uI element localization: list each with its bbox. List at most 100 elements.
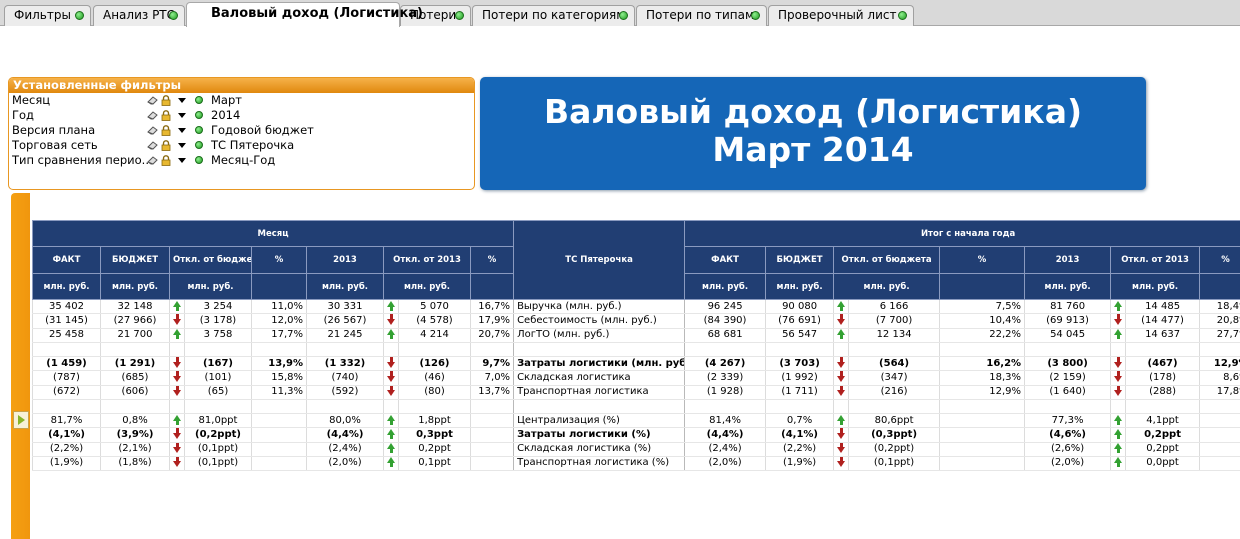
table-cell: (0,2ppt) xyxy=(184,427,252,443)
status-dot-icon xyxy=(195,126,203,134)
month-2013-header: 2013 xyxy=(306,246,384,274)
table-cell: (1 640) xyxy=(1024,385,1111,400)
current-filters-panel: Установленные фильтры Месяц Март Год 2014 Ве… xyxy=(8,77,475,190)
table-cell: (0,1ppt) xyxy=(184,456,252,472)
chevron-down-icon[interactable] xyxy=(178,158,186,163)
tab-checklist[interactable]: Проверочный лист xyxy=(768,5,914,26)
table-cell: (2 159) xyxy=(1024,370,1111,386)
month-unit-header xyxy=(469,273,515,300)
table-cell: 3 758 xyxy=(184,328,252,343)
status-dot-icon xyxy=(195,141,203,149)
table-cell: 11,0% xyxy=(251,299,307,315)
table-cell: (4,4%) xyxy=(306,427,384,443)
table-cell: (2,0%) xyxy=(306,456,384,472)
arrow-up-icon xyxy=(383,427,399,443)
lock-icon[interactable] xyxy=(161,155,171,166)
arrow-down-icon xyxy=(383,356,399,372)
table-cell: (216) xyxy=(848,385,940,400)
table-cell xyxy=(469,413,514,429)
filter-row[interactable]: Тип сравнения перио... Месяц-Год xyxy=(9,153,474,168)
month-budget-header: БЮДЖЕТ xyxy=(100,246,170,274)
table-cell: (1 992) xyxy=(765,370,834,386)
tab-filters[interactable]: Фильтры xyxy=(4,5,91,26)
table-cell: (1,9%) xyxy=(32,456,101,472)
table-cell: 7,0% xyxy=(469,370,514,386)
table-row: 25 458 21 700 3 758 17,7% 21 245 4 214 20,7% Ло… xyxy=(32,328,1240,343)
arrow-up-icon xyxy=(169,413,185,429)
arrow-down-icon xyxy=(833,370,849,386)
report-title: Валовый доход (Логистика) xyxy=(543,92,1083,131)
expand-panel-button[interactable] xyxy=(13,411,29,429)
table-cell: (2,1%) xyxy=(100,442,170,457)
arrow-down-icon xyxy=(833,442,849,457)
table-cell: 17,7% xyxy=(251,328,307,343)
table-cell: 17,8% xyxy=(1199,385,1240,400)
eraser-icon[interactable] xyxy=(147,95,159,105)
lock-icon[interactable] xyxy=(161,110,171,121)
tab-losses-by-category[interactable]: Потери по категориям xyxy=(472,5,635,26)
eraser-icon[interactable] xyxy=(147,155,159,165)
chevron-down-icon[interactable] xyxy=(178,128,186,133)
chevron-down-icon[interactable] xyxy=(178,113,186,118)
report-period: Март 2014 xyxy=(712,130,914,169)
arrow-up-icon xyxy=(383,442,399,457)
table-cell: (4,1%) xyxy=(32,427,101,443)
table-cell: (3 703) xyxy=(765,356,834,372)
filter-row[interactable]: Год 2014 xyxy=(9,108,474,123)
ytd-pct-2013-header: % xyxy=(1199,246,1240,274)
table-cell: (1 459) xyxy=(32,356,101,372)
table-cell: (2 339) xyxy=(684,370,766,386)
table-cell: (46) xyxy=(398,370,471,386)
tab-label: Потери по типам xyxy=(646,8,755,22)
lock-icon[interactable] xyxy=(161,95,171,106)
table-cell: 96 245 xyxy=(684,299,766,315)
table-cell: 18,4% xyxy=(1199,299,1240,315)
table-cell xyxy=(1199,413,1240,429)
lock-icon[interactable] xyxy=(161,140,171,151)
status-dot-icon xyxy=(751,11,760,20)
status-dot-icon xyxy=(455,11,464,20)
table-cell: 90 080 xyxy=(765,299,834,315)
filter-row[interactable]: Месяц Март xyxy=(9,93,474,108)
filter-value: ТС Пятерочка xyxy=(211,138,295,152)
table-cell: 6 166 xyxy=(848,299,940,315)
arrow-down-icon xyxy=(169,356,185,372)
table-cell: (606) xyxy=(100,385,170,400)
eraser-icon[interactable] xyxy=(147,125,159,135)
table-cell xyxy=(939,456,1025,472)
table-cell: (178) xyxy=(1125,370,1200,386)
arrow-up-icon xyxy=(833,299,849,315)
table-cell: (2,4%) xyxy=(684,442,766,457)
filter-row[interactable]: Версия плана Годовой бюджет xyxy=(9,123,474,138)
table-cell: 30 331 xyxy=(306,299,384,315)
tab-rto-analysis[interactable]: Анализ РТО xyxy=(93,5,185,26)
eraser-icon[interactable] xyxy=(147,140,159,150)
table-cell: 5 070 xyxy=(398,299,471,315)
table-cell: 77,3% xyxy=(1024,413,1111,429)
row-label: ЛогТО (млн. руб.) xyxy=(513,328,686,343)
filter-row[interactable]: Торговая сеть ТС Пятерочка xyxy=(9,138,474,153)
arrow-down-icon xyxy=(833,427,849,443)
tab-gross-income-logistics[interactable]: Валовый доход (Логистика) xyxy=(186,2,423,27)
chevron-down-icon[interactable] xyxy=(178,98,186,103)
table-cell xyxy=(469,456,514,472)
table-cell: 7,5% xyxy=(939,299,1025,315)
month-unit-header: млн. руб. xyxy=(100,273,170,300)
table-cell xyxy=(1199,456,1240,472)
chevron-down-icon[interactable] xyxy=(178,143,186,148)
arrow-down-icon xyxy=(169,442,185,457)
table-cell: 8,6% xyxy=(1199,370,1240,386)
lock-icon[interactable] xyxy=(161,125,171,136)
table-cell: 22,2% xyxy=(939,328,1025,343)
month-unit-header: млн. руб. xyxy=(32,273,101,300)
table-cell: 12,0% xyxy=(251,313,307,329)
arrow-up-icon xyxy=(1110,456,1126,472)
table-cell: 21 245 xyxy=(306,328,384,343)
tab-losses-by-type[interactable]: Потери по типам xyxy=(636,5,767,26)
table-cell: 4,1ppt xyxy=(1125,413,1200,429)
table-cell xyxy=(939,427,1025,443)
table-cell xyxy=(251,413,307,429)
arrow-up-icon xyxy=(383,328,399,343)
filter-value: Месяц-Год xyxy=(211,153,276,167)
eraser-icon[interactable] xyxy=(147,110,159,120)
